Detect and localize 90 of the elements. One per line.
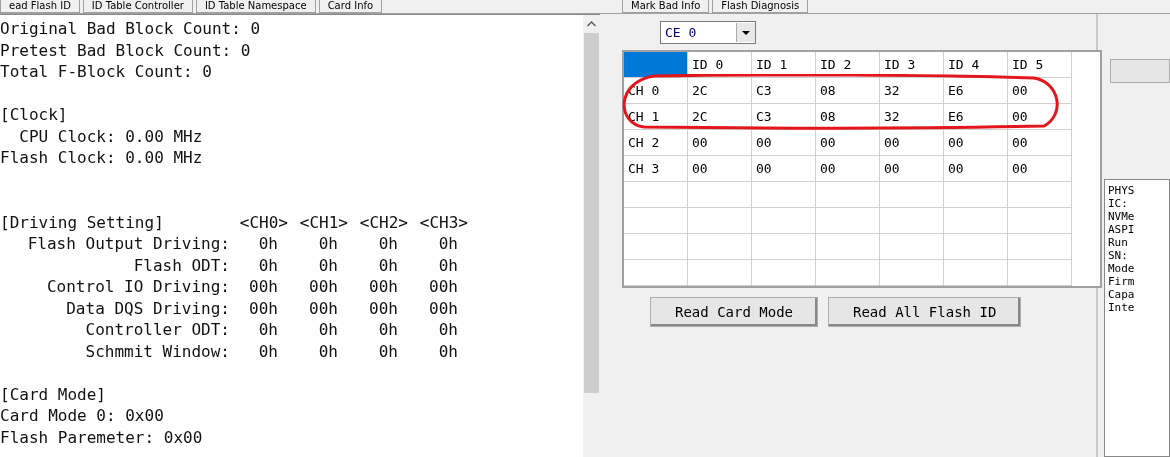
log-line: Pretest Bad Block Count: 0 bbox=[0, 39, 252, 61]
table-cell: 08 bbox=[816, 104, 880, 130]
log-line: [Card Mode] bbox=[0, 383, 107, 405]
channel-heading: <CH0> bbox=[238, 211, 289, 233]
setting-value: 00h bbox=[368, 297, 399, 319]
log-line: CPU Clock: 0.00 MHz bbox=[18, 125, 204, 147]
setting-value: 0h bbox=[317, 233, 339, 255]
table-cell: 00 bbox=[752, 130, 816, 156]
setting-value: 0h bbox=[257, 319, 279, 341]
log-line: Card Mode 0: 0x00 bbox=[0, 405, 165, 427]
corner-cell[interactable] bbox=[624, 52, 688, 78]
table-cell: 00 bbox=[1008, 78, 1072, 104]
setting-value: 0h bbox=[317, 340, 339, 362]
setting-value: 0h bbox=[377, 340, 399, 362]
setting-value: 0h bbox=[257, 233, 279, 255]
table-cell: 08 bbox=[816, 78, 880, 104]
setting-label: Schmmit Window: bbox=[84, 340, 230, 362]
ce-dropdown[interactable]: CE 0 bbox=[660, 21, 756, 44]
row-header: CH 3 bbox=[624, 156, 688, 182]
log-line: Original Bad Block Count: 0 bbox=[0, 18, 262, 40]
setting-label: Flash Output Driving: bbox=[26, 233, 230, 255]
tab[interactable]: Card Info bbox=[318, 0, 383, 13]
table-cell: 00 bbox=[752, 156, 816, 182]
column-header: ID 4 bbox=[944, 52, 1008, 78]
table-cell: E6 bbox=[944, 78, 1008, 104]
setting-label: Controller ODT: bbox=[84, 319, 230, 341]
setting-label: Control IO Driving: bbox=[45, 276, 230, 298]
table-cell: 00 bbox=[688, 130, 752, 156]
table-cell: 00 bbox=[1008, 130, 1072, 156]
info-line: SN: bbox=[1108, 249, 1129, 262]
setting-value: 00h bbox=[248, 297, 279, 319]
setting-label: Flash ODT: bbox=[132, 254, 230, 276]
info-line: IC: bbox=[1108, 197, 1129, 210]
setting-value: 00h bbox=[248, 276, 279, 298]
row-header: CH 2 bbox=[624, 130, 688, 156]
setting-value: 0h bbox=[257, 340, 279, 362]
column-header: ID 1 bbox=[752, 52, 816, 78]
info-line: ASPI bbox=[1108, 223, 1136, 236]
scrollbar[interactable] bbox=[583, 15, 600, 457]
setting-value: 0h bbox=[377, 319, 399, 341]
table-cell: 00 bbox=[880, 130, 944, 156]
table-cell: 00 bbox=[944, 130, 1008, 156]
setting-value: 0h bbox=[437, 340, 459, 362]
setting-value: 0h bbox=[377, 254, 399, 276]
table-cell: C3 bbox=[752, 78, 816, 104]
setting-value: 0h bbox=[317, 254, 339, 276]
action-button[interactable]: Read All Flash ID bbox=[828, 297, 1022, 327]
setting-value: 00h bbox=[308, 276, 339, 298]
log-line: Flash Clock: 0.00 MHz bbox=[0, 147, 204, 169]
info-line: PHYS bbox=[1108, 184, 1136, 197]
table-cell: 2C bbox=[688, 78, 752, 104]
setting-value: 0h bbox=[437, 254, 459, 276]
log-line: Flash Paremeter: 0x00 bbox=[0, 426, 204, 448]
table-cell: 00 bbox=[816, 130, 880, 156]
action-button[interactable]: Read Card Mode bbox=[650, 297, 818, 327]
tab[interactable]: Flash Diagnosis bbox=[712, 0, 809, 13]
tab[interactable]: ID Table Namespace bbox=[195, 0, 316, 13]
info-line: Capa bbox=[1108, 288, 1136, 301]
setting-label: Data DQS Driving: bbox=[65, 297, 230, 319]
setting-value: 00h bbox=[308, 297, 339, 319]
channel-heading: <CH3> bbox=[418, 211, 469, 233]
setting-value: 0h bbox=[437, 319, 459, 341]
info-line: NVMe bbox=[1108, 210, 1136, 223]
setting-value: 0h bbox=[377, 233, 399, 255]
tab[interactable]: Mark Bad Info bbox=[622, 0, 710, 13]
log-line: [Clock] bbox=[0, 104, 69, 126]
section-heading: [Driving Setting] bbox=[0, 211, 165, 233]
setting-value: 00h bbox=[368, 276, 399, 298]
channel-heading: <CH2> bbox=[358, 211, 409, 233]
info-line: Mode bbox=[1108, 262, 1136, 275]
info-line: Firm bbox=[1108, 275, 1136, 288]
tab[interactable]: ID Table Controller bbox=[82, 0, 193, 13]
tab[interactable]: ead Flash ID bbox=[0, 0, 80, 13]
table-cell: 00 bbox=[816, 156, 880, 182]
table-cell: 00 bbox=[944, 156, 1008, 182]
setting-value: 0h bbox=[437, 233, 459, 255]
info-line: Run bbox=[1108, 236, 1129, 249]
table-cell: 00 bbox=[880, 156, 944, 182]
setting-value: 0h bbox=[317, 319, 339, 341]
caret-icon[interactable] bbox=[736, 23, 755, 42]
setting-value: 00h bbox=[428, 276, 459, 298]
log-line: Total F-Block Count: 0 bbox=[0, 61, 213, 83]
table-cell: 32 bbox=[880, 78, 944, 104]
table-cell: 00 bbox=[1008, 156, 1072, 182]
table-cell: 00 bbox=[688, 156, 752, 182]
setting-value: 00h bbox=[428, 297, 459, 319]
table-cell: 00 bbox=[1008, 104, 1072, 130]
info-line: Inte bbox=[1108, 301, 1136, 314]
channel-heading: <CH1> bbox=[298, 211, 349, 233]
setting-value: 0h bbox=[257, 254, 279, 276]
